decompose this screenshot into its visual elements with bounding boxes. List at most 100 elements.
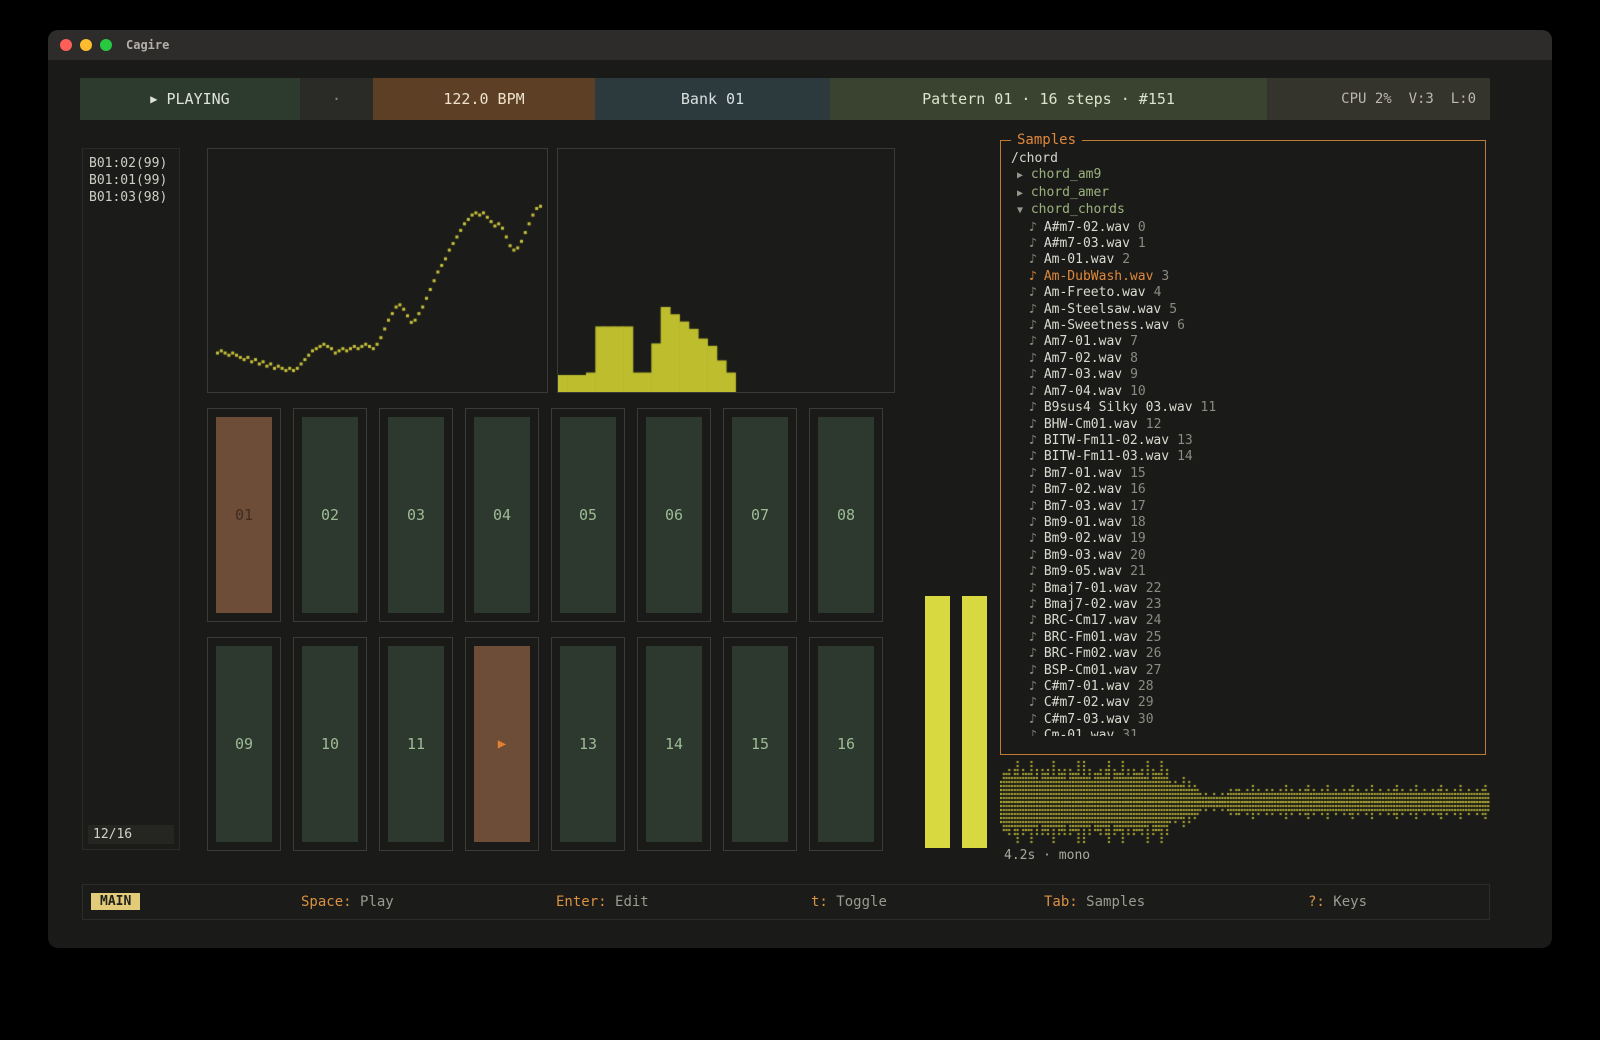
sample-name: Bm9-03.wav [1044, 548, 1122, 563]
minimize-button[interactable] [80, 39, 92, 51]
sample-file-row[interactable]: ♪A#m7-02.wav0 [1009, 220, 1477, 236]
folder-name: chord_chords [1023, 202, 1125, 217]
sample-file-row[interactable]: ♪BRC-Cm17.wav24 [1009, 613, 1477, 629]
sample-file-row[interactable]: ♪Am7-02.wav8 [1009, 351, 1477, 367]
level-meter-left [925, 596, 950, 848]
sample-file-row[interactable]: ♪Bm7-02.wav16 [1009, 482, 1477, 498]
pad-13[interactable]: 13 [551, 637, 625, 851]
sample-folder-row[interactable]: ▶ chord_am9 [1009, 167, 1477, 184]
sample-file-row[interactable]: ♪Bm9-01.wav18 [1009, 515, 1477, 531]
sample-file-row[interactable]: ♪Bmaj7-01.wav22 [1009, 581, 1477, 597]
pad-label: 04 [474, 417, 530, 613]
keybind-keys: ?: Keys [1308, 894, 1367, 910]
pad-10[interactable]: 10 [293, 637, 367, 851]
sample-file-row[interactable]: ♪Am-Sweetness.wav6 [1009, 318, 1477, 334]
voice-list: B01:02(99)B01:01(99)B01:03(98) [83, 149, 179, 212]
pad-06[interactable]: 06 [637, 408, 711, 622]
sample-file-row[interactable]: ♪BHW-Cm01.wav12 [1009, 417, 1477, 433]
note-icon: ♪ [1029, 695, 1037, 710]
key-name: Enter: [556, 894, 615, 910]
sample-file-row[interactable]: ♪Bm9-05.wav21 [1009, 564, 1477, 580]
sample-file-row[interactable]: ♪Am-DubWash.wav3 [1009, 269, 1477, 285]
sample-name: BITW-Fm11-02.wav [1044, 433, 1169, 448]
samples-path: /chord [1009, 151, 1477, 167]
sample-name: B9sus4 Silky 03.wav [1044, 400, 1193, 415]
pattern-display: Pattern 01 · 16 steps · #151 [830, 78, 1267, 120]
keybind-edit: Enter: Edit [556, 894, 649, 910]
window-title: Cagire [126, 38, 169, 52]
sample-name: Bmaj7-01.wav [1044, 581, 1138, 596]
sample-name: C#m7-02.wav [1044, 695, 1130, 710]
sample-index: 29 [1138, 695, 1154, 710]
voice-item: B01:03(98) [89, 189, 173, 206]
sample-file-row[interactable]: ♪Bmaj7-02.wav23 [1009, 597, 1477, 613]
sample-file-row[interactable]: ♪C#m7-03.wav30 [1009, 712, 1477, 728]
sample-file-row[interactable]: ♪Am7-03.wav9 [1009, 367, 1477, 383]
pad-label: 09 [216, 646, 272, 842]
pad-09[interactable]: 09 [207, 637, 281, 851]
sample-file-row[interactable]: ♪Bm7-01.wav15 [1009, 466, 1477, 482]
sample-file-row[interactable]: ♪A#m7-03.wav1 [1009, 236, 1477, 252]
close-button[interactable] [60, 39, 72, 51]
sample-index: 0 [1138, 220, 1146, 235]
sample-file-row[interactable]: ♪Bm9-03.wav20 [1009, 548, 1477, 564]
sample-file-row[interactable]: ♪BSP-Cm01.wav27 [1009, 663, 1477, 679]
pad-label: 16 [818, 646, 874, 842]
sample-file-row[interactable]: ♪BRC-Fm02.wav26 [1009, 646, 1477, 662]
sample-folder-row[interactable]: ▶ chord_amer [1009, 185, 1477, 202]
sample-file-row[interactable]: ♪Am7-04.wav10 [1009, 384, 1477, 400]
pad-label: 14 [646, 646, 702, 842]
pad-12[interactable]: ▶ [465, 637, 539, 851]
note-icon: ♪ [1029, 367, 1037, 382]
note-icon: ♪ [1029, 334, 1037, 349]
sample-name: Am7-01.wav [1044, 334, 1122, 349]
pad-02[interactable]: 02 [293, 408, 367, 622]
sample-file-row[interactable]: ♪Am-Freeto.wav4 [1009, 285, 1477, 301]
sample-file-row[interactable]: ♪ C#m7-02.wav 29 [1009, 695, 1477, 711]
pad-05[interactable]: 05 [551, 408, 625, 622]
sample-name: Am7-03.wav [1044, 367, 1122, 382]
sample-name: Am-Sweetness.wav [1044, 318, 1169, 333]
sample-index: 18 [1130, 515, 1146, 530]
sample-file-row[interactable]: ♪Am-Steelsaw.wav5 [1009, 302, 1477, 318]
sample-index: 22 [1146, 581, 1162, 596]
note-icon: ♪ [1029, 384, 1037, 399]
sample-file-row[interactable]: ♪Cm-01.wav31 [1009, 728, 1477, 736]
sample-index: 13 [1177, 433, 1193, 448]
sample-index: 8 [1130, 351, 1138, 366]
sample-index: 23 [1146, 597, 1162, 612]
sample-name: BSP-Cm01.wav [1044, 663, 1138, 678]
pad-08[interactable]: 08 [809, 408, 883, 622]
pad-01[interactable]: 01 [207, 408, 281, 622]
sample-name: Bmaj7-02.wav [1044, 597, 1138, 612]
zoom-button[interactable] [100, 39, 112, 51]
note-icon: ♪ [1029, 728, 1037, 736]
note-icon: ♪ [1029, 449, 1037, 464]
pad-15[interactable]: 15 [723, 637, 797, 851]
pad-07[interactable]: 07 [723, 408, 797, 622]
sample-index: 26 [1146, 646, 1162, 661]
sample-file-row[interactable]: ♪B9sus4 Silky 03.wav11 [1009, 400, 1477, 416]
sample-index: 15 [1130, 466, 1146, 481]
bank-value: Bank 01 [681, 90, 744, 108]
voice-item: B01:01(99) [89, 172, 173, 189]
pad-14[interactable]: 14 [637, 637, 711, 851]
note-icon: ♪ [1029, 252, 1037, 267]
sample-folder-row[interactable]: ▼ chord_chords [1009, 202, 1477, 219]
pad-04[interactable]: 04 [465, 408, 539, 622]
sample-file-row[interactable]: ♪Am-01.wav2 [1009, 252, 1477, 268]
sample-file-row[interactable]: ♪BITW-Fm11-03.wav14 [1009, 449, 1477, 465]
sample-name: Am-Steelsaw.wav [1044, 302, 1161, 317]
pad-03[interactable]: 03 [379, 408, 453, 622]
sample-file-row[interactable]: ♪Bm9-02.wav19 [1009, 531, 1477, 547]
sample-file-row[interactable]: ♪Am7-01.wav7 [1009, 334, 1477, 350]
waveform-info: 4.2s · mono [1004, 848, 1090, 863]
sample-file-row[interactable]: ♪BRC-Fm01.wav25 [1009, 630, 1477, 646]
sample-file-row[interactable]: ♪C#m7-01.wav28 [1009, 679, 1477, 695]
key-action: Keys [1333, 894, 1367, 910]
pad-11[interactable]: 11 [379, 637, 453, 851]
sample-file-row[interactable]: ♪BITW-Fm11-02.wav13 [1009, 433, 1477, 449]
pad-16[interactable]: 16 [809, 637, 883, 851]
note-icon: ♪ [1029, 531, 1037, 546]
sample-file-row[interactable]: ♪Bm7-03.wav17 [1009, 499, 1477, 515]
